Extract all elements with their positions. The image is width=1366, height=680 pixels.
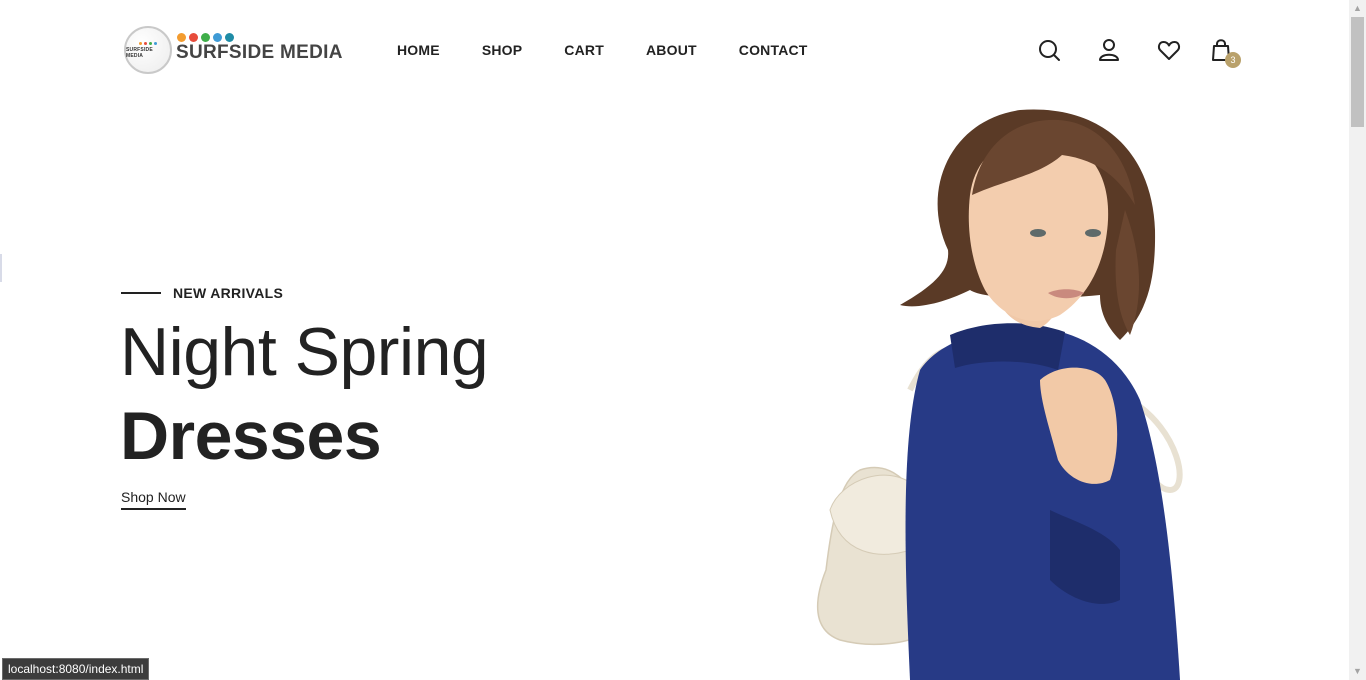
- logo-dots-icon: [177, 33, 343, 42]
- hero-title-light: Night Spring: [120, 314, 489, 390]
- nav-about-link[interactable]: ABOUT: [646, 42, 697, 58]
- eyebrow-label: NEW ARRIVALS: [173, 285, 284, 301]
- eyebrow-divider: [121, 292, 161, 294]
- side-indicator: [0, 254, 2, 282]
- scroll-down-arrow-icon[interactable]: ▼: [1349, 663, 1366, 680]
- hero-title-bold: Dresses: [120, 398, 382, 474]
- hero-eyebrow: NEW ARRIVALS: [121, 285, 283, 301]
- page-scrollbar[interactable]: ▲ ▼: [1349, 0, 1366, 680]
- nav-home-link[interactable]: HOME: [397, 42, 440, 58]
- scroll-up-arrow-icon[interactable]: ▲: [1349, 0, 1366, 17]
- hero-model-image: [816, 109, 1183, 680]
- main-nav: HOME SHOP CART ABOUT CONTACT: [397, 42, 808, 58]
- logo-badge-icon: SURFSIDE MEDIA: [124, 26, 172, 74]
- brand-logo[interactable]: SURFSIDE MEDIA SURFSIDE MEDIA: [124, 26, 343, 74]
- nav-shop-link[interactable]: SHOP: [482, 42, 522, 58]
- nav-cart-link[interactable]: CART: [564, 42, 604, 58]
- search-icon[interactable]: [1036, 36, 1062, 64]
- logo-badge-text: SURFSIDE MEDIA: [126, 46, 153, 59]
- site-header: SURFSIDE MEDIA SURFSIDE MEDIA HOME SHOP …: [0, 0, 1349, 100]
- nav-contact-link[interactable]: CONTACT: [739, 42, 808, 58]
- user-icon[interactable]: [1096, 36, 1122, 64]
- brand-name: SURFSIDE MEDIA: [176, 42, 343, 63]
- cart-count-badge: 3: [1225, 52, 1241, 68]
- browser-status-bar: localhost:8080/index.html: [2, 658, 150, 680]
- shop-now-link[interactable]: Shop Now: [121, 489, 186, 510]
- heart-icon[interactable]: [1156, 36, 1182, 64]
- scroll-thumb[interactable]: [1351, 17, 1364, 127]
